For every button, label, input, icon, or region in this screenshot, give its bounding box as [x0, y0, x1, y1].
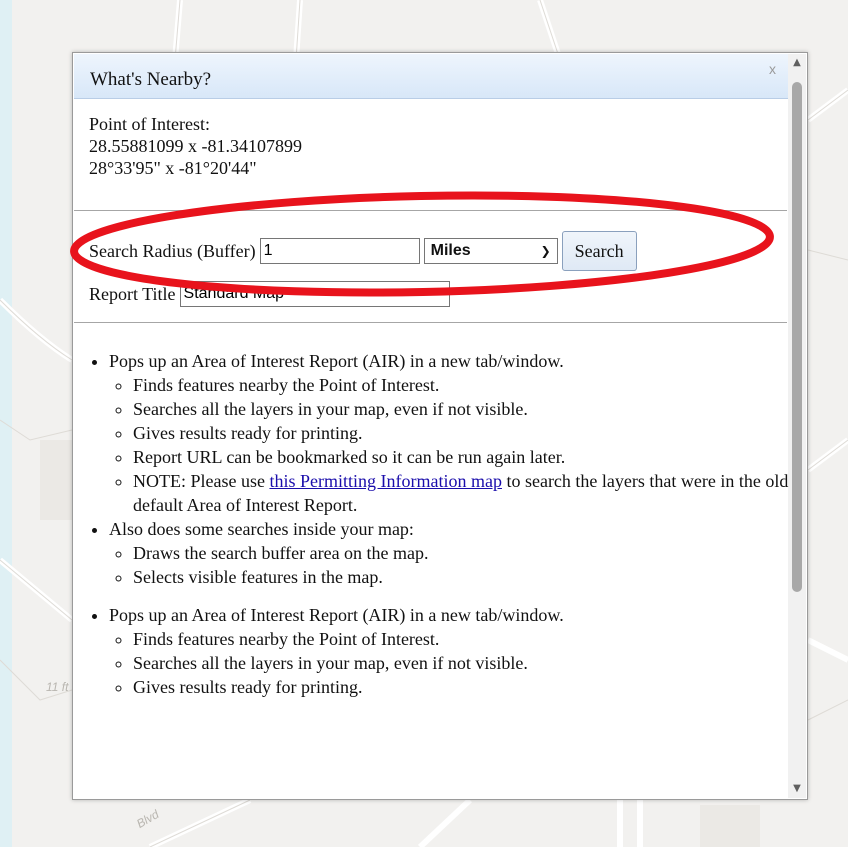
list-item: Report URL can be bookmarked so it can b…: [133, 445, 789, 469]
list-item: Finds features nearby the Point of Inter…: [133, 627, 789, 651]
list-item: Selects visible features in the map.: [133, 565, 789, 589]
poi-decimal-coords: 28.55881099 x -81.34107899: [89, 136, 302, 156]
divider: [74, 322, 787, 323]
list-item: Gives results ready for printing.: [133, 421, 789, 445]
help-text: Pops up an Area of Interest Report (AIR)…: [89, 349, 789, 699]
dialog-scrollbar[interactable]: ▲ ▼: [788, 54, 806, 798]
list-item: Also does some searches inside your map:…: [109, 517, 789, 589]
radius-unit-value: Miles: [430, 242, 471, 259]
search-radius-label: Search Radius (Buffer): [89, 240, 256, 261]
list-item: Finds features nearby the Point of Inter…: [133, 373, 789, 397]
search-radius-input[interactable]: [259, 238, 420, 264]
scroll-down-arrow-icon[interactable]: ▼: [788, 780, 806, 798]
list-item: NOTE: Please use this Permitting Informa…: [133, 469, 789, 517]
permitting-map-link[interactable]: this Permitting Information map: [269, 471, 501, 491]
list-item: Draws the search buffer area on the map.: [133, 541, 789, 565]
poi-heading: Point of Interest:: [89, 114, 210, 134]
dialog-titlebar[interactable]: What's Nearby? x: [74, 54, 788, 99]
scroll-up-arrow-icon[interactable]: ▲: [788, 54, 806, 72]
chevron-down-icon: ❯: [540, 244, 551, 258]
radius-unit-select[interactable]: Miles ❯: [423, 238, 558, 264]
scroll-thumb[interactable]: [792, 82, 802, 592]
search-button[interactable]: Search: [561, 231, 637, 271]
close-icon[interactable]: x: [769, 61, 776, 77]
point-of-interest-section: Point of Interest: 28.55881099 x -81.341…: [89, 113, 779, 179]
map-elevation-label: 11 ft: [46, 680, 69, 694]
list-item: Searches all the layers in your map, eve…: [133, 651, 789, 675]
divider: [74, 210, 787, 211]
list-item: Pops up an Area of Interest Report (AIR)…: [109, 603, 789, 699]
poi-dms-coords: 28°33'95" x -81°20'44": [89, 158, 257, 178]
list-item: Pops up an Area of Interest Report (AIR)…: [109, 349, 789, 517]
report-title-label: Report Title: [89, 283, 176, 304]
list-item: Searches all the layers in your map, eve…: [133, 397, 789, 421]
search-radius-row: Search Radius (Buffer) Miles ❯ Search: [89, 231, 637, 271]
dialog-title: What's Nearby?: [90, 69, 212, 90]
list-item: Gives results ready for printing.: [133, 675, 789, 699]
whats-nearby-dialog: What's Nearby? x ▲ ▼ Point of Interest: …: [72, 52, 808, 800]
report-title-row: Report Title: [89, 281, 450, 307]
report-title-input[interactable]: [179, 281, 450, 307]
